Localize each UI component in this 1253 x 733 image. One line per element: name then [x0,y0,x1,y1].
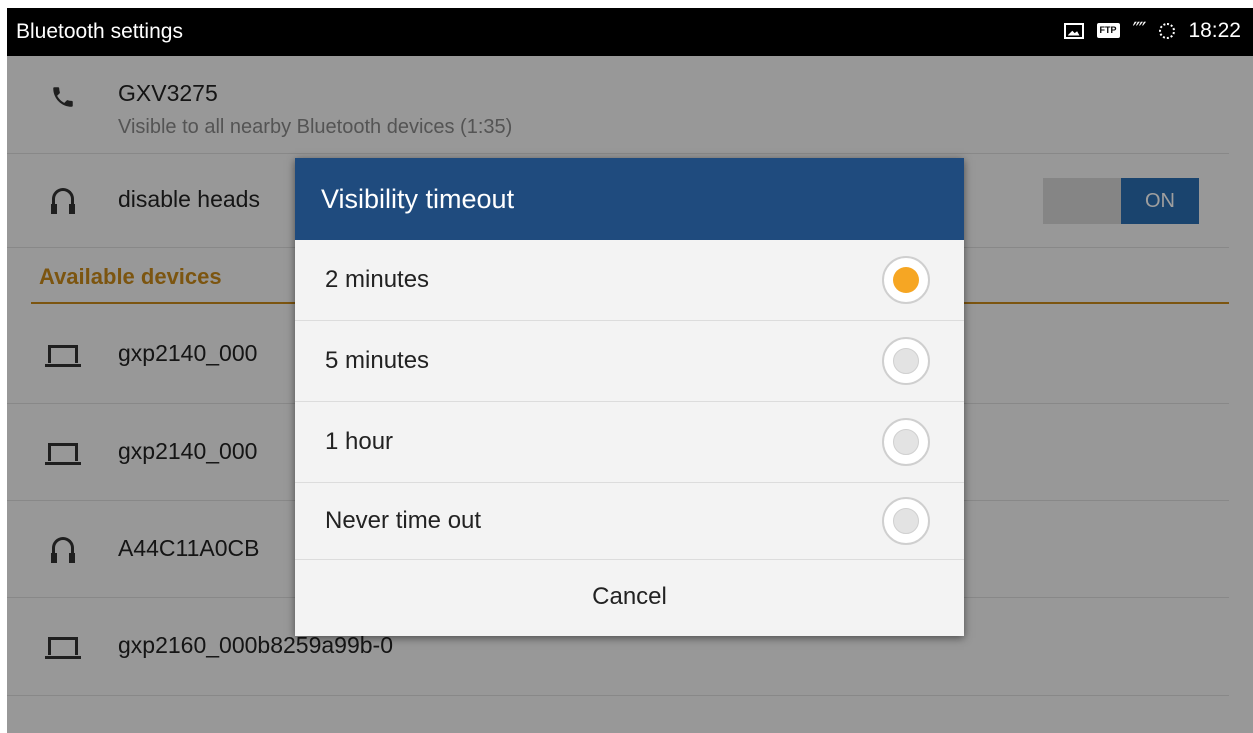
radio-button[interactable] [882,497,930,545]
option-2-minutes[interactable]: 2 minutes [295,240,964,321]
option-label: Never time out [325,507,482,534]
bluetooth-settings-screen: Bluetooth settings FTP ⁗ 18:22 GXV3275 V… [7,8,1253,733]
image-icon [1063,22,1084,39]
option-5-minutes[interactable]: 5 minutes [295,321,964,402]
sync-icon [1159,22,1176,39]
option-1-hour[interactable]: 1 hour [295,402,964,483]
option-label: 2 minutes [325,266,430,293]
screen-title: Bluetooth settings [16,20,183,43]
visibility-timeout-dialog: Visibility timeout 2 minutes 5 minutes 1… [295,158,964,636]
bluetooth-icon: ⁗ [1132,19,1147,42]
status-bar: Bluetooth settings FTP ⁗ 18:22 [7,8,1253,56]
option-never-time-out[interactable]: Never time out [295,483,964,560]
option-label: 1 hour [325,428,394,455]
dialog-title: Visibility timeout [295,158,964,240]
option-label: 5 minutes [325,347,430,374]
cancel-button[interactable]: Cancel [295,560,964,634]
radio-button[interactable] [882,418,930,466]
radio-button-selected[interactable] [882,256,930,304]
radio-button[interactable] [882,337,930,385]
ftp-icon: FTP [1096,23,1120,38]
clock: 18:22 [1188,18,1241,42]
